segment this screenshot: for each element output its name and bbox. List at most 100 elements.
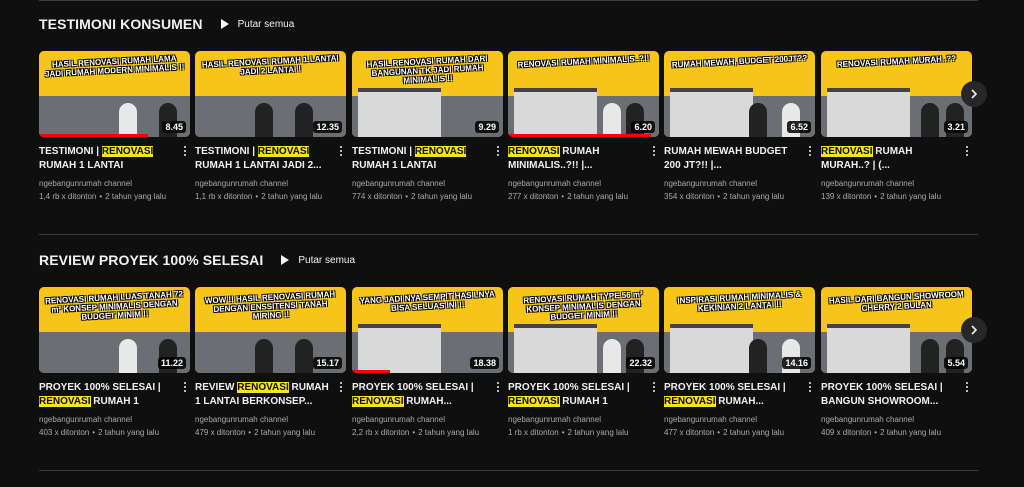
next-button[interactable] bbox=[961, 81, 987, 107]
video-title-highlight: RENOVASI bbox=[352, 396, 404, 407]
video-title[interactable]: RENOVASI RUMAH MINIMALIS..?!! |... bbox=[508, 145, 644, 173]
video-card[interactable]: HASIL RENOVASI RUMAH LAMA JADI RUMAH MOD… bbox=[39, 51, 190, 203]
video-title[interactable]: PROYEK 100% SELESAI | RENOVASI RUMAH 1 L… bbox=[39, 381, 175, 409]
more-vert-icon[interactable] bbox=[649, 380, 659, 394]
video-meta: ngebangunrumah channel 409 x ditonton • 2 t… bbox=[821, 413, 972, 439]
duration-badge: 12.35 bbox=[313, 121, 342, 133]
more-vert-dot bbox=[340, 150, 342, 152]
play-all-button[interactable]: Putar semua bbox=[281, 255, 355, 266]
separator-dot: • bbox=[561, 428, 565, 437]
video-card[interactable]: HASIL DARI BANGUN SHOWROOM CHERRY 2 BULA… bbox=[821, 287, 972, 439]
video-thumbnail[interactable]: RUMAH MEWAH, BUDGET 200JT?? 6.52 bbox=[664, 51, 815, 137]
video-thumbnail[interactable]: HASIL RENOVASI RUMAH LAMA JADI RUMAH MOD… bbox=[39, 51, 190, 137]
video-thumbnail[interactable]: YANG JADI NYA SEMPIT HASILNYA BISA SELUA… bbox=[352, 287, 503, 373]
video-card[interactable]: HASIL RENOVASI RUMAH 1 LANTAI JADI 2 LAN… bbox=[195, 51, 346, 203]
video-title-highlight: RENOVASI bbox=[101, 146, 154, 157]
more-vert-dot bbox=[497, 382, 499, 384]
video-card[interactable]: RENOVASI RUMAH TYPE 56 m² KONSEP MINIMAL… bbox=[508, 287, 659, 439]
more-vert-icon[interactable] bbox=[336, 144, 346, 158]
video-title-highlight: RENOVASI bbox=[508, 396, 560, 407]
channel-name[interactable]: ngebangunrumah channel bbox=[39, 177, 190, 190]
video-title-text: TESTIMONI | bbox=[195, 146, 258, 157]
top-divider bbox=[39, 0, 978, 1]
more-vert-icon[interactable] bbox=[805, 144, 815, 158]
more-vert-icon[interactable] bbox=[336, 380, 346, 394]
video-thumbnail[interactable]: RENOVASI RUMAH MINIMALIS..?!! 6.20 bbox=[508, 51, 659, 137]
next-button[interactable] bbox=[961, 317, 987, 343]
channel-name[interactable]: ngebangunrumah channel bbox=[195, 413, 346, 426]
video-card[interactable]: WOW !! HASIL RENOVASI RUMAH DENGAN ENSSI… bbox=[195, 287, 346, 439]
more-vert-dot bbox=[809, 146, 811, 148]
video-card[interactable]: RUMAH MEWAH, BUDGET 200JT?? 6.52 RUMAH MEW… bbox=[664, 51, 815, 203]
more-vert-dot bbox=[653, 150, 655, 152]
upload-age: 2 tahun yang lalu bbox=[880, 428, 942, 437]
more-vert-icon[interactable] bbox=[962, 380, 972, 394]
channel-name[interactable]: ngebangunrumah channel bbox=[508, 413, 659, 426]
video-title[interactable]: PROYEK 100% SELESAI | RENOVASI RUMAH... bbox=[664, 381, 800, 409]
video-thumbnail[interactable]: HASIL DARI BANGUN SHOWROOM CHERRY 2 BULA… bbox=[821, 287, 972, 373]
duration-badge: 18.38 bbox=[470, 357, 499, 369]
video-title[interactable]: TESTIMONI | RENOVASI RUMAH 1 LANTAI JADI… bbox=[195, 145, 331, 173]
video-title-text: RUMAH 1 LANTAI DENGAN... bbox=[352, 160, 437, 171]
channel-name[interactable]: ngebangunrumah channel bbox=[821, 177, 972, 190]
video-title[interactable]: PROYEK 100% SELESAI | RENOVASI RUMAH... bbox=[352, 381, 488, 409]
video-thumbnail[interactable]: INSPIRASI RUMAH MINIMALIS & KEKINIAN 2 L… bbox=[664, 287, 815, 373]
thumbnail-person bbox=[749, 103, 767, 137]
shelf-title[interactable]: TESTIMONI KONSUMEN bbox=[39, 16, 203, 32]
more-vert-icon[interactable] bbox=[493, 144, 503, 158]
channel-name[interactable]: ngebangunrumah channel bbox=[664, 413, 815, 426]
more-vert-icon[interactable] bbox=[180, 144, 190, 158]
video-thumbnail[interactable]: RENOVASI RUMAH TYPE 56 m² KONSEP MINIMAL… bbox=[508, 287, 659, 373]
more-vert-icon[interactable] bbox=[180, 380, 190, 394]
video-card[interactable]: RENOVASI RUMAH LUAS TANAH 72 m² KONSEP M… bbox=[39, 287, 190, 439]
video-card[interactable]: INSPIRASI RUMAH MINIMALIS & KEKINIAN 2 L… bbox=[664, 287, 815, 439]
video-title[interactable]: RENOVASI RUMAH MURAH..? | (... bbox=[821, 145, 957, 173]
video-thumbnail[interactable]: HASIL RENOVASI RUMAH DARI BANGUNAN TK JA… bbox=[352, 51, 503, 137]
video-card[interactable]: RENOVASI RUMAH MINIMALIS..?!! 6.20 RENOVAS… bbox=[508, 51, 659, 203]
video-thumbnail[interactable]: WOW !! HASIL RENOVASI RUMAH DENGAN ENSSI… bbox=[195, 287, 346, 373]
view-count: 774 x ditonton bbox=[352, 192, 403, 201]
video-title[interactable]: PROYEK 100% SELESAI | BANGUN SHOWROOM... bbox=[821, 381, 957, 409]
video-title[interactable]: TESTIMONI | RENOVASI RUMAH 1 LANTAI DENG… bbox=[352, 145, 488, 173]
thumbnail-headline: YANG JADI NYA SEMPIT HASILNYA BISA SELUA… bbox=[359, 289, 496, 313]
views-age-row: 403 x ditonton • 2 tahun yang lalu bbox=[39, 426, 190, 439]
video-card[interactable]: HASIL RENOVASI RUMAH DARI BANGUNAN TK JA… bbox=[352, 51, 503, 203]
more-vert-dot bbox=[340, 390, 342, 392]
duration-badge: 6.20 bbox=[631, 121, 655, 133]
channel-name[interactable]: ngebangunrumah channel bbox=[508, 177, 659, 190]
video-thumbnail[interactable]: HASIL RENOVASI RUMAH 1 LANTAI JADI 2 LAN… bbox=[195, 51, 346, 137]
video-title[interactable]: PROYEK 100% SELESAI | RENOVASI RUMAH 1 L… bbox=[508, 381, 644, 409]
more-vert-icon[interactable] bbox=[493, 380, 503, 394]
video-title[interactable]: TESTIMONI | RENOVASI RUMAH 1 LANTAI DENG… bbox=[39, 145, 175, 173]
video-meta: ngebangunrumah channel 1,1 rb x ditonton •… bbox=[195, 177, 346, 203]
video-thumbnail[interactable]: RENOVASI RUMAH LUAS TANAH 72 m² KONSEP M… bbox=[39, 287, 190, 373]
more-vert-dot bbox=[966, 386, 968, 388]
channel-name[interactable]: ngebangunrumah channel bbox=[195, 177, 346, 190]
video-title[interactable]: REVIEW RENOVASI RUMAH 1 LANTAI BERKONSEP… bbox=[195, 381, 331, 409]
video-card[interactable]: YANG JADI NYA SEMPIT HASILNYA BISA SELUA… bbox=[352, 287, 503, 439]
video-thumbnail[interactable]: RENOVASI RUMAH MURAH..?? 3.21 bbox=[821, 51, 972, 137]
more-vert-dot bbox=[497, 390, 499, 392]
video-meta: ngebangunrumah channel 277 x ditonton • 2 t… bbox=[508, 177, 659, 203]
more-vert-dot bbox=[340, 154, 342, 156]
views-age-row: 1,1 rb x ditonton • 2 tahun yang lalu bbox=[195, 190, 346, 203]
video-card[interactable]: RENOVASI RUMAH MURAH..?? 3.21 RENOVASI RUM… bbox=[821, 51, 972, 203]
channel-name[interactable]: ngebangunrumah channel bbox=[352, 177, 503, 190]
more-vert-icon[interactable] bbox=[805, 380, 815, 394]
video-title-text: RUMAH 1 LANTAI JADI 2... bbox=[195, 160, 322, 171]
views-age-row: 1 rb x ditonton • 2 tahun yang lalu bbox=[508, 426, 659, 439]
thumbnail-person bbox=[255, 339, 273, 373]
play-all-button[interactable]: Putar semua bbox=[220, 19, 294, 30]
more-vert-icon[interactable] bbox=[962, 144, 972, 158]
shelf-testimoni-konsumen: TESTIMONI KONSUMEN Putar semua HASIL RENOV… bbox=[39, 12, 989, 227]
channel-name[interactable]: ngebangunrumah channel bbox=[664, 177, 815, 190]
channel-name[interactable]: ngebangunrumah channel bbox=[821, 413, 972, 426]
channel-name[interactable]: ngebangunrumah channel bbox=[39, 413, 190, 426]
video-title[interactable]: RUMAH MEWAH BUDGET 200 JT?!! |... bbox=[664, 145, 800, 173]
separator-dot: • bbox=[717, 192, 721, 201]
shelf-title[interactable]: REVIEW PROYEK 100% SELESAI bbox=[39, 252, 263, 268]
channel-name[interactable]: ngebangunrumah channel bbox=[352, 413, 503, 426]
video-title-text: TESTIMONI | bbox=[39, 146, 102, 157]
more-vert-icon[interactable] bbox=[649, 144, 659, 158]
more-vert-dot bbox=[653, 386, 655, 388]
